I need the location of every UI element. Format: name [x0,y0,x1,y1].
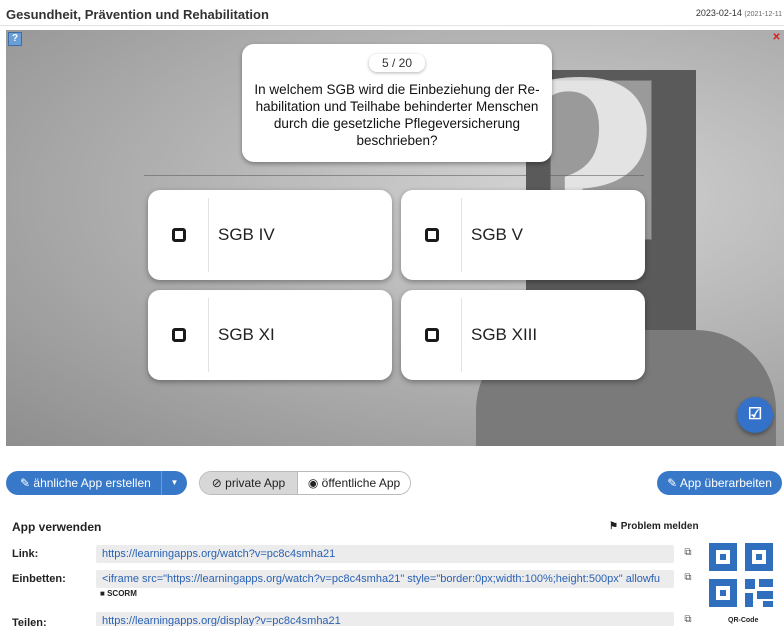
checkbox-icon[interactable] [172,328,186,342]
share-field[interactable]: https://learningapps.org/display?v=pc8c4… [96,612,674,626]
create-similar-app-button[interactable]: ✎ ähnliche App erstellen ▼ [6,471,187,495]
answer-separator [461,198,462,272]
scorm-label: SCORM [107,589,137,598]
answer-label: SGB IV [218,225,275,244]
copy-icon[interactable]: ⧉ [683,572,693,584]
share-label: Teilen: [12,617,47,626]
fullscreen-icon[interactable]: ✕ [771,33,782,44]
public-app-button[interactable]: ◉ öffentliche App [297,472,410,494]
checkbox-icon[interactable] [425,328,439,342]
embed-field[interactable]: <iframe src="https://learningapps.org/wa… [96,570,674,588]
check-answer-button[interactable]: ☑ [737,397,773,433]
scorm-link[interactable]: ■ SCORM [100,589,137,598]
edit-icon: ✎ [20,476,31,490]
date-value: 2023-02-14 [695,8,742,18]
question-counter: 5 / 20 [368,54,426,72]
embed-label: Einbetten: [12,573,66,585]
create-similar-app-label: ähnliche App erstellen [33,476,151,490]
answer-label: SGB XI [218,325,275,344]
eye-slash-icon: ⊘ [211,476,222,490]
briefcase-icon: ■ [100,589,105,598]
link-field[interactable]: https://learningapps.org/watch?v=pc8c4sm… [96,545,674,563]
page-title: Gesundheit, Prävention und Rehabilitatio… [6,7,269,22]
link-label: Link: [12,548,39,560]
chevron-down-icon[interactable]: ▼ [161,471,187,495]
private-app-label: private App [225,476,286,490]
quiz-stage: ? ? ✕ 5 / 20 In welchem SGB wird die Ein… [6,30,784,446]
edit-app-button[interactable]: ✎ App überarbeiten [657,471,782,495]
date-stamp: 2023-02-14 (2021-12-11 [696,8,782,18]
answer-label: SGB XIII [471,325,538,344]
answer-option-1[interactable]: SGB IV [148,190,392,280]
checkbox-icon[interactable] [425,228,439,242]
created-date: (2021-12-11 [744,11,782,18]
copy-icon[interactable]: ⧉ [683,614,693,626]
answer-option-3[interactable]: SGB XI [148,290,392,380]
question-card: 5 / 20 In welchem SGB wird die Einbezieh… [242,44,552,162]
qr-code-label: QR-Code [728,617,759,624]
eye-icon: ◉ [307,476,319,490]
answer-separator [208,298,209,372]
flag-icon: ⚑ [609,521,618,532]
edit-app-label: App überarbeiten [679,476,772,490]
create-similar-app-main[interactable]: ✎ ähnliche App erstellen [6,471,161,495]
use-app-header: App verwenden [12,520,102,534]
answer-option-2[interactable]: SGB V [401,190,645,280]
page-header: Gesundheit, Prävention und Rehabilitatio… [0,0,784,26]
private-app-button[interactable]: ⊘ private App [200,472,297,494]
help-icon[interactable]: ? [8,32,22,46]
answer-option-4[interactable]: SGB XIII [401,290,645,380]
action-bar: ✎ ähnliche App erstellen ▼ ⊘ private App… [0,470,784,496]
public-app-label: öffentliche App [321,476,401,490]
checkbox-icon[interactable] [172,228,186,242]
copy-icon[interactable]: ⧉ [683,547,693,559]
background-divider-line [144,175,644,176]
report-problem-label: Problem melden [620,521,699,532]
report-problem-link[interactable]: ⚑ Problem melden [609,521,699,532]
pencil-icon: ✎ [667,476,678,490]
qr-code-icon[interactable] [709,543,777,611]
answer-label: SGB V [471,225,523,244]
answer-separator [208,198,209,272]
question-text: In welchem SGB wird die Einbeziehung der… [254,82,540,148]
check-square-icon: ☑ [747,406,763,423]
answer-separator [461,298,462,372]
visibility-toggle: ⊘ private App ◉ öffentliche App [199,471,411,495]
